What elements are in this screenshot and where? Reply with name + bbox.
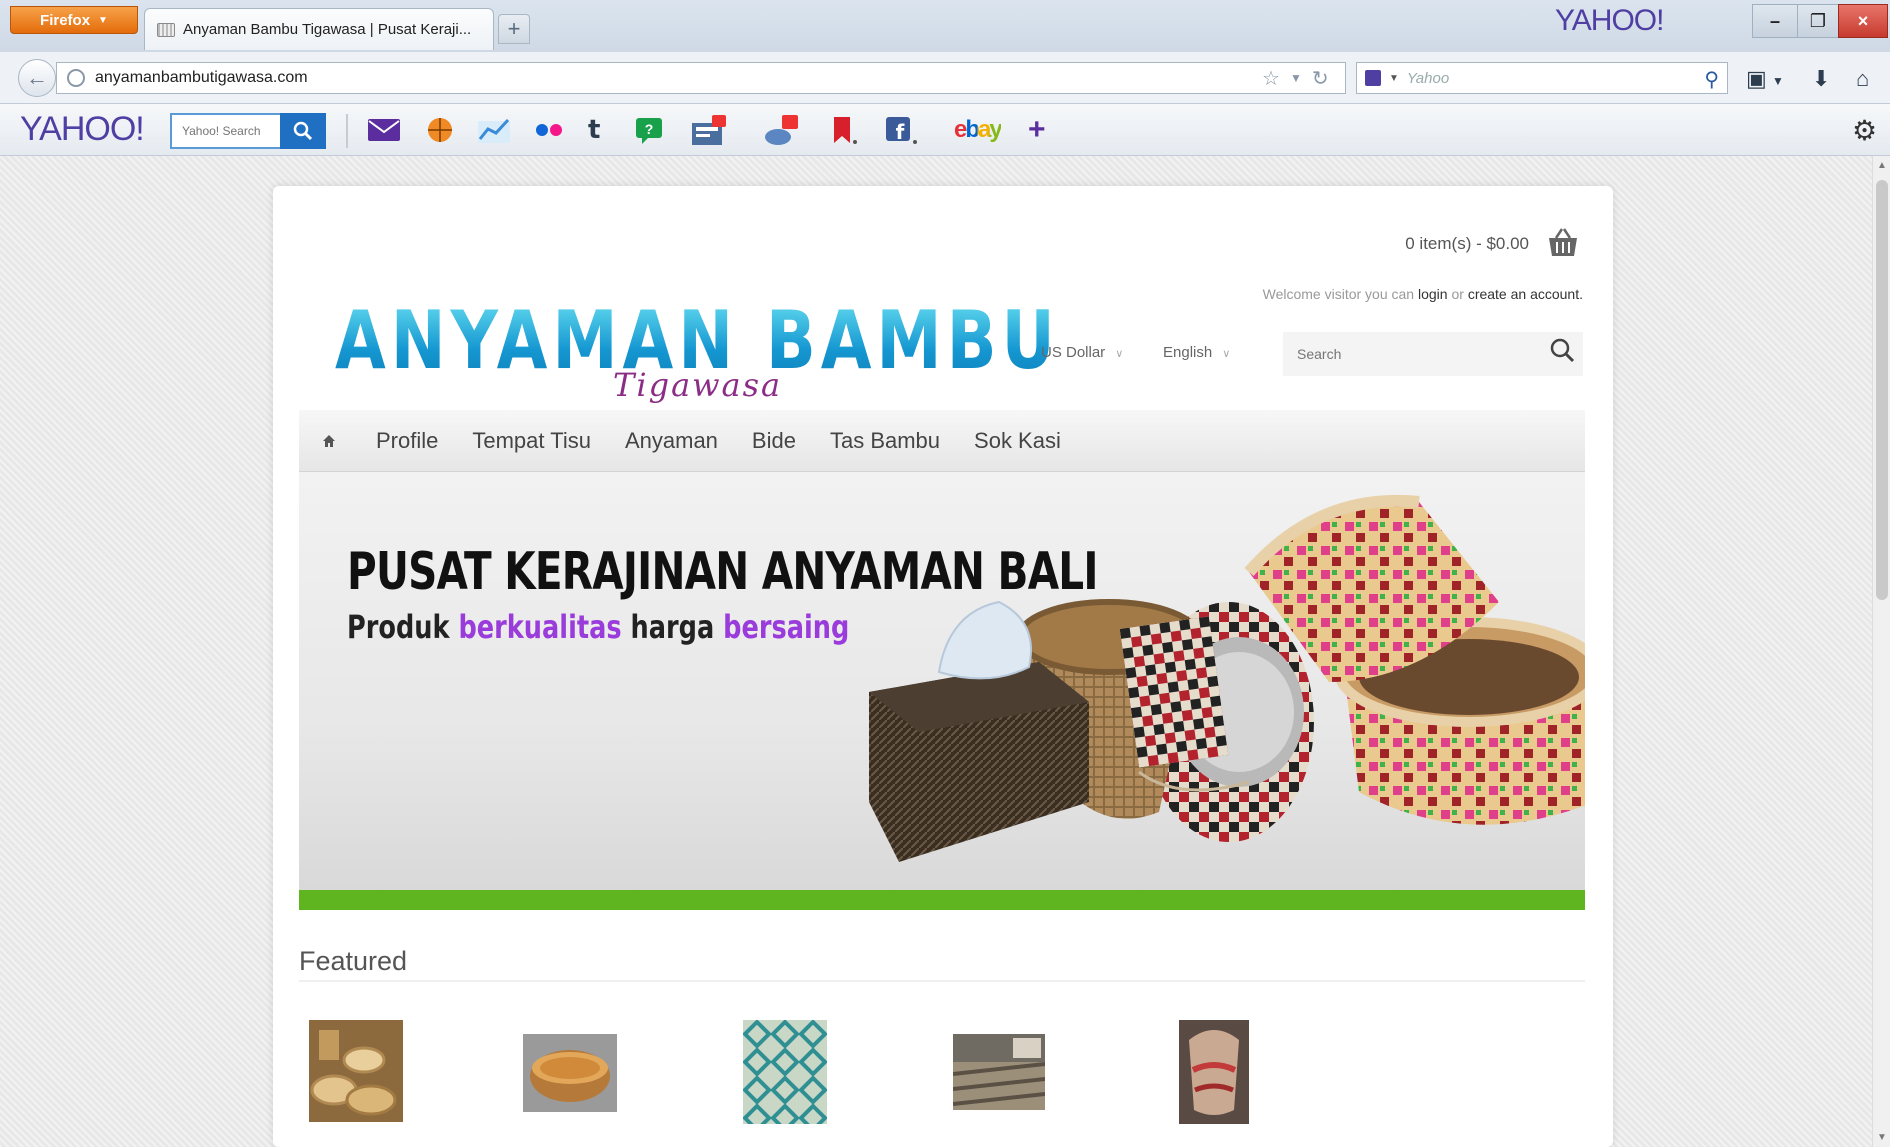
welcome-prefix: Welcome visitor you can [1262, 286, 1415, 302]
bookmarks-icon[interactable] [830, 112, 858, 148]
toolbar-separator [346, 114, 348, 148]
woven-baskets-image [869, 494, 1585, 862]
flickr-icon[interactable] [534, 112, 564, 148]
basket-favicon-icon [157, 22, 175, 37]
tumblr-icon[interactable]: t [588, 112, 600, 148]
download-icon[interactable]: ⬇ [1812, 66, 1830, 92]
currency-value: US Dollar [1041, 344, 1106, 361]
browser-title-bar: Firefox ▼ Anyaman Bambu Tigawasa | Pusat… [0, 0, 1890, 52]
gear-icon[interactable]: ⚙ [1852, 114, 1877, 147]
featured-heading: Featured [299, 946, 1585, 982]
login-link[interactable]: login [1418, 286, 1448, 302]
home-icon[interactable]: ⌂ [1856, 66, 1869, 92]
or-text: or [1451, 286, 1464, 302]
chevron-down-icon: ▼ [1389, 72, 1399, 84]
yahoo-search-button[interactable] [280, 113, 326, 149]
site-logo-subtitle: Tigawasa [613, 366, 783, 404]
product-thumb-4[interactable] [953, 1034, 1045, 1110]
yahoo-brand-logo: YAHOO! [1555, 4, 1664, 37]
chevron-down-icon[interactable]: ▼ [1772, 74, 1784, 88]
answers-icon[interactable]: ? [634, 112, 664, 148]
weather-icon[interactable] [762, 112, 802, 148]
menu-item-profile[interactable]: Profile [359, 410, 455, 472]
news-icon[interactable] [690, 112, 730, 148]
menu-item-anyaman[interactable]: Anyaman [608, 410, 735, 472]
product-thumb-1[interactable] [309, 1020, 403, 1122]
yahoo-toolbar: YAHOO! t ? f ebay + ⚙ [0, 104, 1890, 156]
language-value: English [1163, 344, 1213, 361]
vertical-scrollbar[interactable]: ▲ ▼ [1872, 156, 1890, 1147]
product-thumb-2[interactable] [523, 1034, 617, 1112]
basketball-icon[interactable] [426, 112, 454, 148]
finance-icon[interactable] [478, 112, 510, 148]
chevron-down-icon: ▼ [98, 14, 108, 26]
mail-icon[interactable] [368, 112, 400, 148]
menu-item-sok-kasi[interactable]: Sok Kasi [957, 410, 1078, 472]
url-actions: ☆ ▼ ↻ [1262, 62, 1329, 94]
yahoo-engine-icon [1365, 70, 1381, 86]
tagline-word: Produk [347, 608, 450, 646]
language-dropdown[interactable]: English ∨ [1163, 344, 1230, 361]
basket-icon[interactable] [1547, 226, 1579, 258]
search-placeholder: Yahoo [1406, 69, 1450, 87]
cart-summary[interactable]: 0 item(s) - $0.00 [1405, 234, 1529, 254]
chevron-down-icon[interactable]: ▼ [1290, 71, 1302, 85]
chevron-down-icon: ∨ [1115, 348, 1124, 360]
scroll-thumb[interactable] [1876, 180, 1888, 600]
globe-icon [67, 69, 85, 87]
ebay-icon[interactable]: ebay [954, 112, 1003, 148]
navigation-bar: ← anyamanbambutigawasa.com ☆ ▼ ↻ ▼ Yahoo… [0, 52, 1890, 104]
site-search-input[interactable] [1283, 332, 1583, 376]
create-account-link[interactable]: create an account. [1468, 286, 1583, 302]
screenshot-icon[interactable]: ▣ [1746, 66, 1767, 92]
home-icon [323, 434, 335, 447]
main-menu: Profile Tempat Tisu Anyaman Bide Tas Bam… [299, 410, 1585, 472]
back-button[interactable]: ← [18, 59, 56, 97]
firefox-menu-button[interactable]: Firefox ▼ [10, 6, 138, 34]
browser-search-bar[interactable]: ▼ Yahoo ⚲ [1356, 62, 1728, 94]
store-container: 0 item(s) - $0.00 Welcome visitor you ca… [273, 186, 1613, 1147]
tab-title: Anyaman Bambu Tigawasa | Pusat Keraji... [183, 21, 472, 38]
product-thumb-3[interactable] [743, 1020, 827, 1124]
currency-dropdown[interactable]: US Dollar ∨ [1041, 344, 1123, 361]
scroll-down-icon[interactable]: ▼ [1877, 1132, 1887, 1143]
hero-banner[interactable]: PUSAT KERAJINAN ANYAMAN BALI Produk berk… [299, 472, 1585, 908]
welcome-message: Welcome visitor you can login or create … [1263, 286, 1583, 302]
maximize-button[interactable]: ❐ [1797, 4, 1839, 38]
menu-item-tas-bambu[interactable]: Tas Bambu [813, 410, 957, 472]
search-icon [293, 121, 313, 141]
add-icon[interactable]: + [1028, 112, 1046, 148]
search-icon[interactable]: ⚲ [1704, 67, 1719, 92]
product-thumb-5[interactable] [1179, 1020, 1249, 1124]
chevron-down-icon: ∨ [1222, 348, 1231, 360]
yahoo-search-input[interactable] [170, 113, 280, 149]
tagline-highlight: berkualitas [458, 608, 622, 646]
menu-item-tempat-tisu[interactable]: Tempat Tisu [455, 410, 608, 472]
ebay-label: ebay [954, 116, 1003, 143]
url-bar[interactable]: anyamanbambutigawasa.com [56, 62, 1346, 94]
banner-accent-bar [299, 890, 1585, 910]
arrow-left-icon: ← [26, 65, 48, 90]
firefox-menu-label: Firefox [40, 11, 91, 29]
svg-text:f: f [896, 120, 905, 144]
url-text: anyamanbambutigawasa.com [95, 69, 308, 86]
browser-tab-active[interactable]: Anyaman Bambu Tigawasa | Pusat Keraji... [144, 8, 494, 50]
yahoo-toolbar-logo[interactable]: YAHOO! [20, 110, 145, 149]
svg-text:?: ? [645, 121, 654, 137]
menu-home-button[interactable] [299, 410, 359, 472]
bookmark-star-icon[interactable]: ☆ [1262, 66, 1280, 91]
close-window-button[interactable]: × [1838, 4, 1888, 38]
facebook-icon[interactable]: f [886, 112, 918, 148]
menu-item-bide[interactable]: Bide [735, 410, 813, 472]
new-tab-button[interactable]: + [498, 14, 530, 44]
search-icon[interactable] [1549, 336, 1577, 368]
reload-icon[interactable]: ↻ [1312, 66, 1329, 91]
minimize-button[interactable]: – [1752, 4, 1798, 38]
scroll-up-icon[interactable]: ▲ [1877, 160, 1887, 171]
